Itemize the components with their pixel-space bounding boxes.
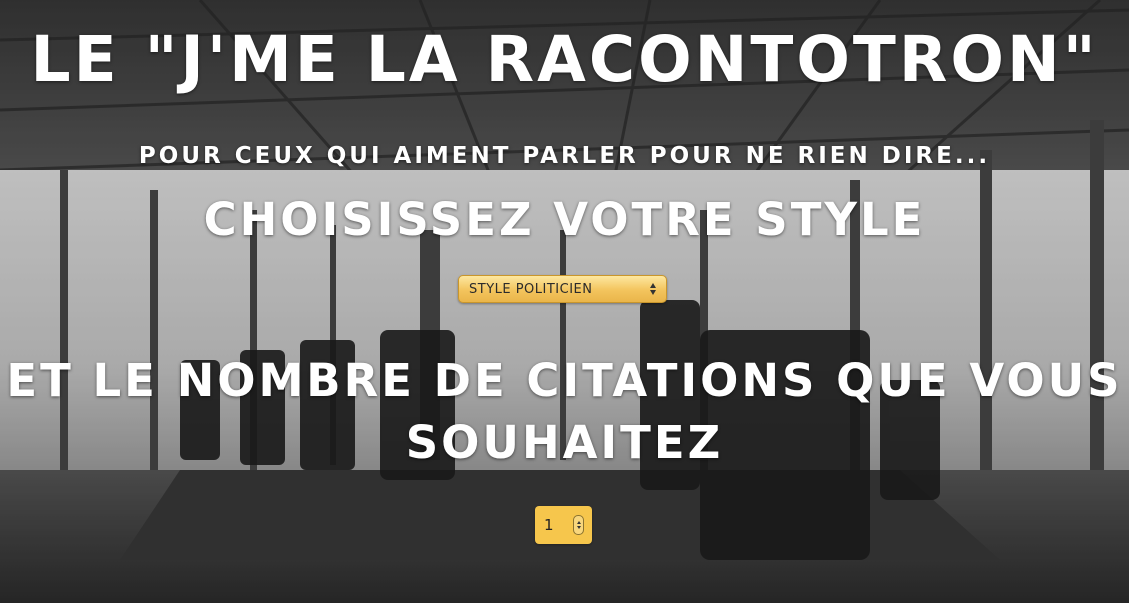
page: LE "J'ME LA RACONTOTRON" POUR CEUX QUI A… bbox=[0, 0, 1129, 603]
count-heading: ET LE NOMBRE DE CITATIONS QUE VOUS SOUHA… bbox=[0, 350, 1129, 474]
style-heading: CHOISISSEZ VOTRE STYLE bbox=[203, 193, 926, 246]
quote-count-input[interactable]: 1 bbox=[535, 506, 592, 544]
page-title: LE "J'ME LA RACONTOTRON" bbox=[30, 23, 1099, 96]
page-subtitle: POUR CEUX QUI AIMENT PARLER POUR NE RIEN… bbox=[138, 143, 991, 169]
spinner-icon[interactable] bbox=[573, 515, 584, 535]
updown-arrows-icon bbox=[648, 281, 658, 297]
count-heading-line2: SOUHAITEZ bbox=[405, 416, 724, 469]
count-heading-line1: ET LE NOMBRE DE CITATIONS QUE VOUS bbox=[6, 354, 1123, 407]
style-select[interactable]: STYLE POLITICIEN bbox=[458, 275, 667, 303]
quote-count-value: 1 bbox=[544, 516, 554, 534]
style-select-value: STYLE POLITICIEN bbox=[469, 281, 593, 297]
